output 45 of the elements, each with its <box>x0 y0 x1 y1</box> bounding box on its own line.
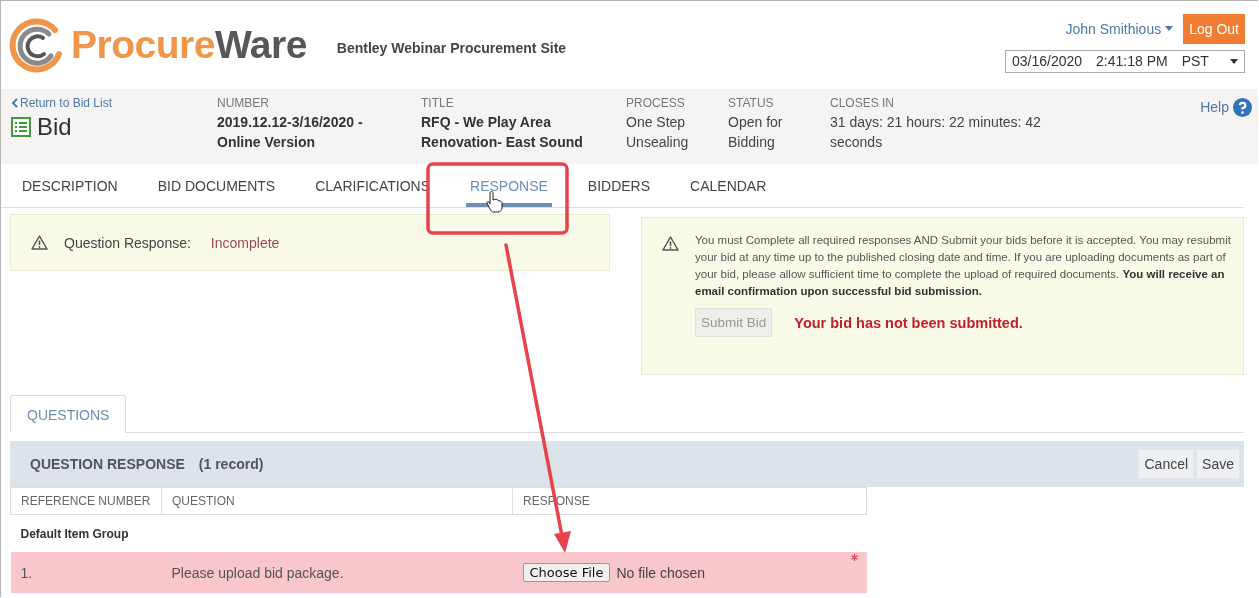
table-cell: 1. <box>10 552 162 593</box>
tab[interactable]: BIDDERS <box>567 164 671 207</box>
chevron-left-icon <box>11 98 18 108</box>
record-count: (1 record) <box>198 456 264 472</box>
group-row: Default Item Group <box>10 514 867 552</box>
table-cell: Please upload bid package. <box>161 552 513 593</box>
field-value: 31 days: 21 hours: 22 minutes: 42 seconds <box>830 113 1042 152</box>
field-label: STATUS <box>728 96 774 110</box>
tab[interactable]: DESCRIPTION <box>2 164 138 207</box>
help-link[interactable]: Help <box>1200 96 1252 118</box>
column-header: QUESTION <box>161 487 513 515</box>
tab[interactable]: BID DOCUMENTS <box>137 164 296 207</box>
warning-icon <box>31 235 48 250</box>
back-link[interactable]: Return to Bid List <box>11 96 113 110</box>
site-title: Bentley Webinar Procurement Site <box>336 40 567 56</box>
notice-text: You must Complete all required responses AND Submit your bids before it is accepted. You may resubmit your bid at any time up to the published closing date and time. If you are uploading documents as part of your bid, please allow sufficient time to complete the upload of required documents. You will receive an email confirmation upon successful bid submission. <box>695 233 1232 299</box>
field-label: PROCESS <box>626 96 685 110</box>
field-label: CLOSES IN <box>830 96 895 110</box>
field-value: One Step Unsealing <box>626 113 690 152</box>
field-label: TITLE <box>421 96 454 110</box>
toolbar-button[interactable]: Save <box>1196 449 1240 479</box>
user-menu[interactable]: John Smithious <box>1065 20 1174 37</box>
field-value: RFQ - We Play Area Renovation- East Sound <box>421 113 584 152</box>
caret-icon <box>1165 26 1174 31</box>
submission-status: Your bid has not been submitted. <box>794 314 1023 331</box>
field-value: Open for Bidding <box>728 113 784 152</box>
warning-icon <box>662 236 679 251</box>
field-value: 2019.12.12-3/16/2020 - Online Version <box>217 113 364 152</box>
status-value: Incomplete <box>210 234 280 251</box>
column-header: REFERENCE NUMBER <box>10 487 162 515</box>
tab[interactable]: QUESTIONS <box>10 395 127 433</box>
toolbar-button[interactable]: Cancel <box>1138 449 1195 479</box>
hand-cursor-icon <box>486 191 503 213</box>
choose-file-button[interactable]: Choose File <box>522 563 611 582</box>
field-label: NUMBER <box>217 96 269 110</box>
file-status: No file chosen <box>616 564 706 581</box>
list-icon <box>11 117 31 137</box>
status-label: Question Response: <box>64 234 191 251</box>
caret-icon <box>1230 58 1238 64</box>
section-title: QUESTION RESPONSE <box>30 456 185 472</box>
help-icon <box>1233 97 1252 117</box>
date-time-select[interactable]: 03/16/2020 2:41:18 PM PST <box>1005 49 1245 73</box>
page-title: Bid <box>37 113 72 141</box>
tab[interactable]: CALENDAR <box>670 164 787 207</box>
logo-text: ProcureWare <box>71 23 307 67</box>
